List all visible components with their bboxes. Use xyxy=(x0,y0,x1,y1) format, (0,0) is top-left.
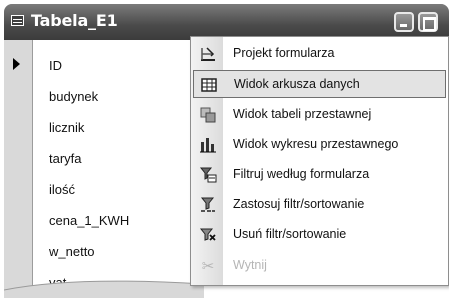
menu-item-datasheet-view[interactable]: Widok arkusza danych xyxy=(193,70,446,98)
field-name[interactable]: cena_1_KWH xyxy=(49,213,129,228)
minimize-button[interactable] xyxy=(394,12,414,32)
design-view-icon xyxy=(199,45,217,63)
field-name[interactable]: ID xyxy=(49,58,62,73)
menu-item-cut[interactable]: ✂ Wytnij xyxy=(193,252,446,280)
filter-by-form-icon xyxy=(199,166,217,184)
datasheet-view-icon xyxy=(200,76,218,94)
menu-item-label: Projekt formularza xyxy=(233,46,335,60)
menu-item-label: Zastosuj filtr/sortowanie xyxy=(233,197,365,211)
current-record-arrow-icon xyxy=(13,58,20,70)
record-selector[interactable] xyxy=(4,40,33,298)
menu-item-label: Wytnij xyxy=(233,258,267,272)
menu-item-design-view[interactable]: Projekt formularza xyxy=(193,40,446,68)
window-title: Tabela_E1 xyxy=(31,11,118,30)
context-menu: Projekt formularza Widok arkusza danych … xyxy=(190,36,449,286)
menu-item-remove-filter[interactable]: Usuń filtr/sortowanie xyxy=(193,221,446,249)
field-name[interactable]: w_netto xyxy=(49,244,95,259)
maximize-button[interactable] xyxy=(418,12,438,32)
field-name[interactable]: ilość xyxy=(49,182,75,197)
menu-item-label: Widok arkusza danych xyxy=(234,77,360,91)
cut-icon: ✂ xyxy=(201,257,215,275)
menu-item-pivot-chart[interactable]: Widok wykresu przestawnego xyxy=(193,131,446,159)
menu-item-label: Widok wykresu przestawnego xyxy=(233,137,399,151)
table-window: Tabela_E1 ID budynek licznik taryfa iloś… xyxy=(4,4,449,298)
menu-item-apply-filter[interactable]: Zastosuj filtr/sortowanie xyxy=(193,191,446,219)
page-curl-decoration xyxy=(4,280,204,298)
menu-item-label: Filtruj według formularza xyxy=(233,167,370,181)
remove-filter-icon xyxy=(199,226,217,244)
menu-item-label: Widok tabeli przestawnej xyxy=(233,107,372,121)
apply-filter-icon xyxy=(199,196,217,214)
menu-item-filter-by-form[interactable]: Filtruj według formularza xyxy=(193,161,446,189)
menu-item-label: Usuń filtr/sortowanie xyxy=(233,227,347,241)
field-name[interactable]: licznik xyxy=(49,120,84,135)
title-bar[interactable]: Tabela_E1 xyxy=(4,4,449,40)
table-icon xyxy=(11,15,24,26)
menu-item-pivot-table[interactable]: Widok tabeli przestawnej xyxy=(193,101,446,129)
pivot-chart-icon xyxy=(199,136,217,154)
field-name[interactable]: taryfa xyxy=(49,151,82,166)
pivot-table-icon xyxy=(199,106,217,124)
field-name[interactable]: budynek xyxy=(49,89,98,104)
